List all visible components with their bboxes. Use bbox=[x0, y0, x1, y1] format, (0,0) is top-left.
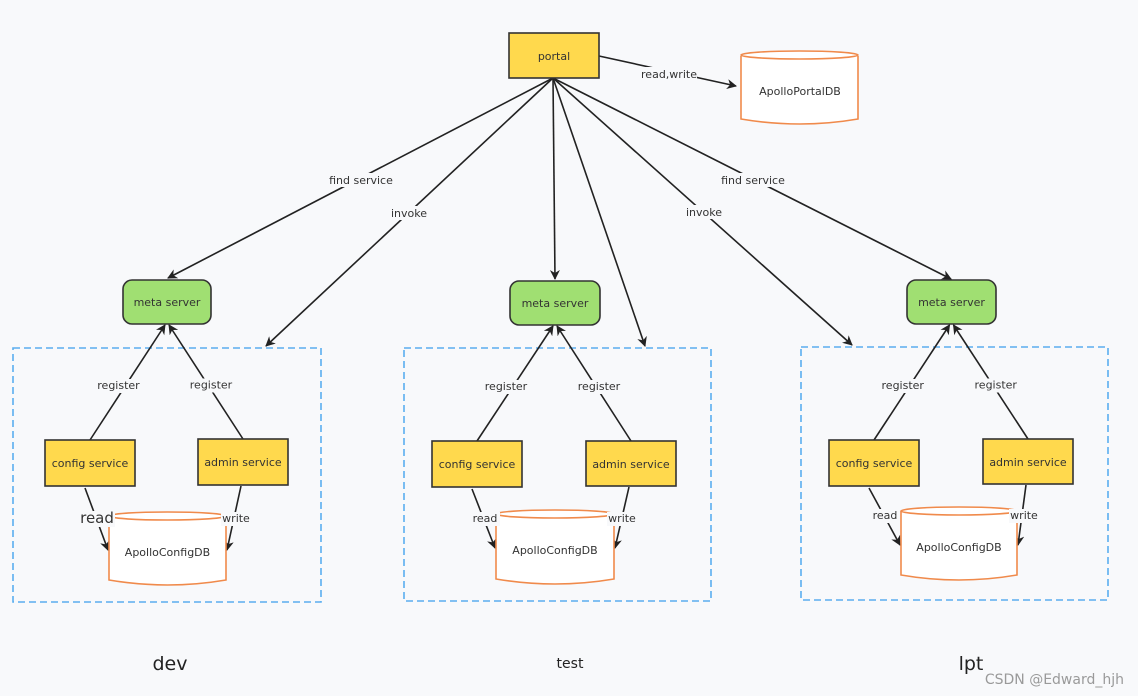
portal-db-label: ApolloPortalDB bbox=[759, 85, 841, 98]
edge-label-read: read bbox=[873, 509, 898, 522]
meta-server-label: meta server bbox=[522, 297, 589, 310]
edge-label-read-write: read,write bbox=[641, 68, 697, 81]
edge-label-register-admin: register bbox=[975, 379, 1018, 392]
config-db-label: ApolloConfigDB bbox=[125, 546, 210, 559]
edge-label-read: read bbox=[80, 509, 114, 527]
portal-label: portal bbox=[538, 50, 570, 63]
portal-db-node[interactable]: ApolloPortalDB bbox=[740, 50, 859, 125]
portal-node[interactable]: portal bbox=[508, 32, 600, 79]
edge-label-find-service-dev: find service bbox=[329, 174, 393, 187]
edge-label-find-service-lpt: find service bbox=[721, 174, 785, 187]
config-service-node[interactable]: config service bbox=[44, 439, 136, 487]
environment-group-lpt: register register meta server config servic… bbox=[800, 279, 1109, 601]
config-db-label: ApolloConfigDB bbox=[916, 541, 1001, 554]
config-service-node[interactable]: config service bbox=[431, 440, 523, 488]
edge-label-register-config: register bbox=[882, 379, 925, 392]
config-db-node[interactable]: ApolloConfigDB bbox=[495, 509, 615, 585]
config-db-node[interactable]: ApolloConfigDB bbox=[108, 511, 227, 586]
env-label-test: test bbox=[557, 656, 584, 672]
edge-label-register-admin: register bbox=[578, 380, 621, 393]
edge-label-write: write bbox=[608, 512, 636, 525]
admin-service-node[interactable]: admin service bbox=[585, 440, 677, 487]
watermark: CSDN @Edward_hjh bbox=[985, 672, 1124, 688]
config-db-node[interactable]: ApolloConfigDB bbox=[900, 506, 1018, 581]
admin-service-label: admin service bbox=[204, 456, 282, 469]
environment-group-test: register register meta server config servic… bbox=[403, 280, 712, 602]
edge-label-read: read bbox=[473, 512, 498, 525]
config-db-label: ApolloConfigDB bbox=[512, 544, 597, 557]
admin-service-label: admin service bbox=[989, 456, 1067, 469]
env-label-lpt: lpt bbox=[959, 653, 984, 675]
edge-portal-find-test-meta bbox=[549, 77, 560, 280]
meta-server-label: meta server bbox=[134, 296, 201, 309]
admin-service-label: admin service bbox=[592, 458, 670, 471]
apollo-architecture-diagram: read,write find service invoke find serv… bbox=[12, 32, 1124, 688]
meta-server-node[interactable]: meta server bbox=[509, 280, 601, 326]
edge-label-register-admin: register bbox=[190, 379, 233, 392]
edge-label-write: write bbox=[222, 512, 250, 525]
edge-label-invoke-dev: invoke bbox=[391, 207, 427, 220]
edge-label-write: write bbox=[1010, 509, 1038, 522]
meta-server-label: meta server bbox=[918, 296, 985, 309]
meta-server-node[interactable]: meta server bbox=[906, 279, 997, 325]
config-service-label: config service bbox=[439, 458, 516, 471]
edge-label-register-config: register bbox=[97, 379, 140, 392]
edge-label-register-config: register bbox=[485, 380, 528, 393]
config-service-label: config service bbox=[52, 457, 129, 470]
edge-label-invoke-lpt: invoke bbox=[686, 206, 722, 219]
meta-server-node[interactable]: meta server bbox=[122, 279, 212, 325]
admin-service-node[interactable]: admin service bbox=[982, 438, 1074, 485]
admin-service-node[interactable]: admin service bbox=[197, 438, 289, 486]
environment-group-dev: register register meta server config servic… bbox=[12, 279, 322, 603]
config-service-label: config service bbox=[836, 457, 913, 470]
config-service-node[interactable]: config service bbox=[828, 439, 920, 487]
env-label-dev: dev bbox=[153, 653, 188, 675]
